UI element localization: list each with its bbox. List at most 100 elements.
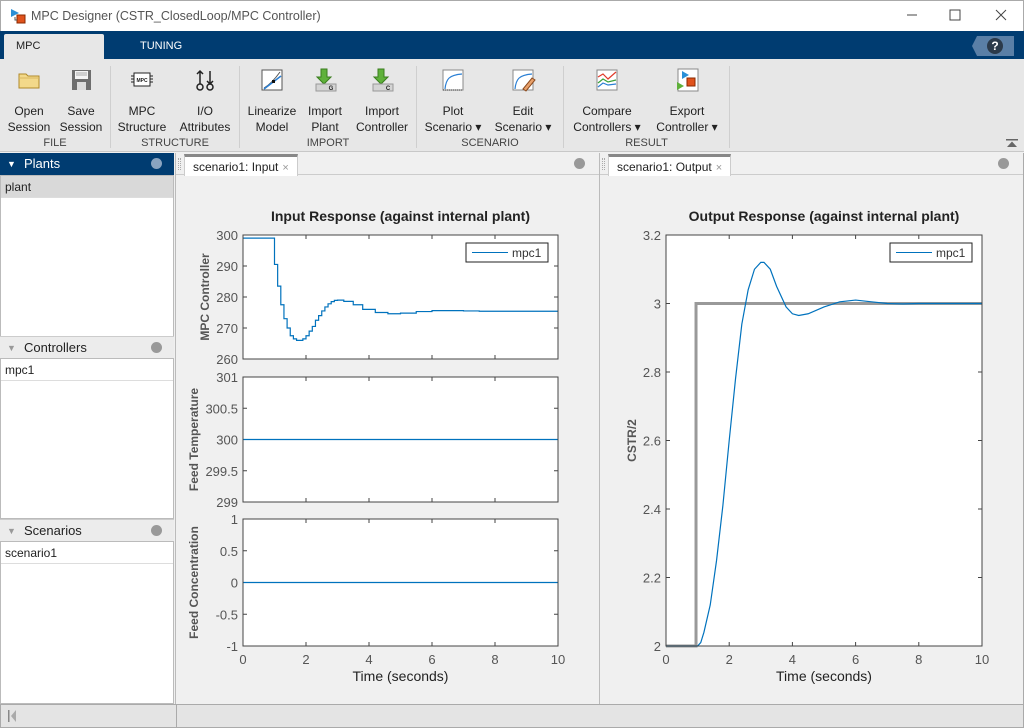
import-controller-button[interactable]: C Import Controller: [352, 67, 412, 135]
x-tick-label: 0: [239, 652, 246, 667]
export-controller-button[interactable]: Export Controller ▾: [650, 67, 724, 135]
controllers-section-header[interactable]: ▼ Controllers: [0, 336, 174, 358]
y-tick-label: 260: [216, 352, 238, 367]
io-attributes-label-2: Attributes: [179, 120, 231, 134]
y-tick-label: 299.5: [205, 464, 238, 479]
mpc-chip-icon: MPC: [131, 72, 153, 87]
edit-scenario-button[interactable]: Edit Scenario ▾: [490, 67, 556, 135]
tab-scenario1-output[interactable]: scenario1: Output ×: [608, 154, 732, 176]
y-axis-label: Feed Concentration: [187, 526, 201, 639]
y-tick-label: 0: [231, 576, 238, 591]
tab-mpc-designer[interactable]: MPC DESIGNER: [4, 34, 104, 77]
compare-controllers-button[interactable]: Compare Controllers ▾: [567, 67, 647, 135]
import-plant-button[interactable]: G Import Plant: [302, 67, 348, 135]
output-response-chart: Output Response (against internal plant)…: [625, 208, 989, 684]
edit-scenario-label-2: Scenario ▾: [494, 120, 552, 134]
plants-title: Plants: [24, 156, 61, 171]
data-browser: ▼ Plants plant ▼ Controllers mpc1 ▼ Scen…: [0, 153, 175, 704]
legend: mpc1: [465, 242, 549, 263]
plants-section-header[interactable]: ▼ Plants: [0, 153, 174, 175]
document-menu-icon[interactable]: [998, 158, 1009, 169]
tab-tuning[interactable]: TUNING: [128, 34, 194, 59]
x-tick-label: 6: [428, 652, 435, 667]
scenarios-title: Scenarios: [24, 523, 82, 538]
x-tick-label: 8: [491, 652, 498, 667]
y-tick-label: 280: [216, 290, 238, 305]
io-attributes-label-1: I/O: [196, 104, 213, 118]
window-titlebar: MPC Designer (CSTR_ClosedLoop/MPC Contro…: [0, 0, 1024, 31]
close-button[interactable]: [986, 5, 1016, 27]
drag-grip-icon[interactable]: [178, 158, 181, 170]
save-session-button[interactable]: Save Session: [58, 67, 104, 135]
io-attributes-button[interactable]: I/O Attributes: [176, 67, 234, 135]
y-tick-label: 270: [216, 321, 238, 336]
y-axis-label: Feed Temperature: [187, 388, 201, 491]
ribbon-separator: [239, 66, 240, 148]
collapse-left-panel-icon[interactable]: [8, 710, 18, 722]
app-icon: [11, 9, 26, 24]
y-tick-label: 2.8: [643, 365, 661, 380]
minimize-icon: [907, 14, 917, 16]
plot-scenario-button[interactable]: Plot Scenario ▾: [420, 67, 486, 135]
chart-title: Output Response (against internal plant): [689, 208, 960, 224]
scenarios-menu-icon[interactable]: [151, 525, 162, 536]
input-response-chart: Input Response (against internal plant) 2…: [187, 208, 565, 684]
export-controller-icon: [677, 68, 699, 92]
list-item-plant[interactable]: plant: [1, 176, 173, 198]
ribbon-separator: [563, 66, 564, 148]
compare-controllers-icon: [596, 69, 618, 91]
open-session-button[interactable]: Open Session: [6, 67, 52, 135]
y-tick-label: 2: [654, 639, 661, 654]
y-tick-label: 290: [216, 259, 238, 274]
list-item-scenario[interactable]: scenario1: [1, 542, 173, 564]
document-tabbar: scenario1: Input ×: [176, 153, 599, 176]
document-tabbar: scenario1: Output ×: [600, 153, 1023, 176]
linearize-model-button[interactable]: Linearize Model: [245, 67, 299, 135]
svg-text:C: C: [386, 86, 391, 92]
status-divider: [176, 705, 177, 727]
list-item-controller[interactable]: mpc1: [1, 359, 173, 381]
chart-title: Input Response (against internal plant): [271, 208, 530, 224]
legend-label: mpc1: [936, 246, 966, 260]
document-input-response: scenario1: Input × Input Response (agains…: [175, 153, 599, 704]
mpc-structure-label-2: Structure: [117, 120, 167, 134]
group-label-scenario: SCENARIO: [461, 137, 519, 149]
help-icon: ?: [987, 38, 1003, 54]
import-controller-label-1: Import: [364, 104, 399, 118]
group-label-structure: STRUCTURE: [141, 137, 209, 149]
plot-scenario-label-1: Plot: [442, 104, 464, 118]
y-tick-label: 3: [654, 297, 661, 312]
document-menu-icon[interactable]: [574, 158, 585, 169]
toolstrip-tabs: MPC DESIGNER TUNING ?: [0, 31, 1024, 77]
status-bar: [0, 704, 1024, 728]
collapse-ribbon-icon[interactable]: [1006, 139, 1018, 147]
maximize-button[interactable]: [940, 5, 970, 27]
y-tick-label: 301: [216, 370, 238, 385]
close-tab-icon[interactable]: ×: [716, 162, 722, 174]
ribbon-separator: [110, 66, 111, 148]
scenarios-section-header[interactable]: ▼ Scenarios: [0, 519, 174, 541]
import-plant-label-1: Import: [307, 104, 342, 118]
tab-scenario1-input[interactable]: scenario1: Input ×: [184, 154, 298, 176]
ribbon: Open Session Save Session FILE MPC MPC S…: [0, 59, 1024, 152]
minimize-button[interactable]: [897, 5, 927, 27]
y-axis-label: CSTR/2: [625, 419, 639, 462]
svg-text:MPC: MPC: [136, 78, 148, 84]
plants-menu-icon[interactable]: [151, 158, 162, 169]
drag-grip-icon[interactable]: [602, 158, 605, 170]
y-tick-label: 3.2: [643, 228, 661, 243]
close-tab-icon[interactable]: ×: [282, 162, 288, 174]
x-axis-label: Time (seconds): [353, 668, 449, 684]
y-axis-label: MPC Controller: [198, 253, 212, 341]
controllers-title: Controllers: [24, 340, 87, 355]
controllers-menu-icon[interactable]: [151, 342, 162, 353]
mpc-structure-button[interactable]: MPC MPC Structure: [114, 67, 170, 135]
x-tick-label: 2: [302, 652, 309, 667]
export-controller-label-2: Controller ▾: [656, 120, 718, 134]
x-tick-label: 2: [726, 652, 733, 667]
compare-controllers-label-1: Compare: [582, 104, 632, 118]
tab-label: scenario1: Input: [193, 160, 279, 174]
x-tick-label: 4: [365, 652, 372, 667]
help-button[interactable]: ?: [972, 36, 1014, 56]
x-tick-label: 0: [662, 652, 669, 667]
